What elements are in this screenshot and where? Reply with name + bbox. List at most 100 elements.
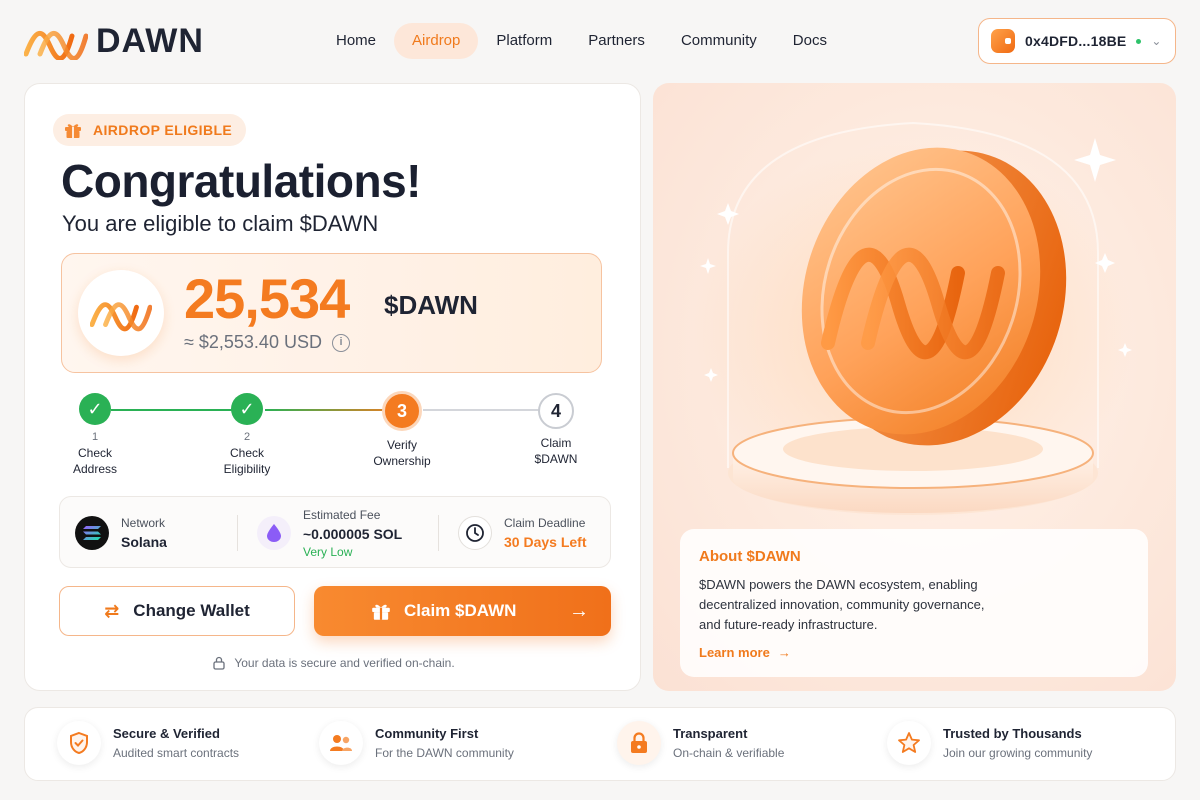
fee-label: Estimated Fee — [303, 507, 381, 522]
step-label: $DAWN — [534, 452, 578, 466]
step-label: Eligibility — [223, 462, 271, 476]
about-title: About $DAWN — [699, 548, 801, 565]
feature-secure: Secure & Verified Audited smart contract… — [57, 721, 239, 765]
fee-note: Very Low — [303, 544, 353, 559]
feature-title: Secure & Verified — [113, 726, 220, 741]
chevron-down-icon: ⌄ — [1151, 34, 1162, 48]
claim-progress-steps: ✓ 1 Check Address ✓ 2 Check Eligibility … — [25, 390, 642, 480]
check-icon: ✓ — [231, 393, 263, 425]
about-card: About $DAWN $DAWN powers the DAWN ecosys… — [680, 529, 1148, 677]
gift-icon — [65, 124, 81, 138]
step-label: Verify — [386, 438, 417, 452]
usd-value-row: ≈ $2,553.40 USD i — [184, 332, 350, 353]
eligibility-badge: AIRDROP ELIGIBLE — [53, 114, 247, 146]
shield-icon — [57, 721, 101, 765]
features-bar: Secure & Verified Audited smart contract… — [24, 707, 1176, 781]
claim-card: AIRDROP ELIGIBLE Congratulations! You ar… — [24, 83, 641, 691]
dawn-token-icon — [90, 302, 152, 332]
step-label: Ownership — [373, 454, 431, 468]
badge-label: AIRDROP ELIGIBLE — [93, 122, 233, 138]
step-2: ✓ 2 Check Eligibility — [197, 393, 297, 477]
feature-subtitle: Join our growing community — [943, 746, 1093, 760]
feature-title: Trusted by Thousands — [943, 726, 1082, 741]
nav-partners[interactable]: Partners — [570, 23, 663, 59]
wallet-icon — [991, 29, 1015, 53]
feature-community: Community First For the DAWN community — [319, 721, 514, 765]
nav-platform[interactable]: Platform — [478, 23, 570, 59]
learn-more-link[interactable]: Learn more → — [699, 645, 791, 660]
nav-airdrop[interactable]: Airdrop — [394, 23, 479, 59]
deadline-value: 30 Days Left — [504, 534, 587, 550]
learn-more-label: Learn more — [699, 645, 770, 660]
feature-title: Community First — [375, 726, 479, 741]
arrow-right-icon: → — [569, 599, 589, 622]
dawn-coin-illustration — [693, 121, 1133, 523]
feature-subtitle: Audited smart contracts — [113, 746, 240, 760]
change-wallet-label: Change Wallet — [133, 601, 250, 620]
wallet-dropdown[interactable]: 0x4DFD...18BE ⌄ — [978, 18, 1176, 64]
page-title: Congratulations! — [61, 155, 421, 207]
info-icon[interactable]: i — [331, 333, 350, 352]
top-bar: DAWN Home Airdrop Platform Partners Comm… — [0, 0, 1200, 82]
nav-home[interactable]: Home — [318, 23, 394, 59]
arrow-right-icon: → — [777, 645, 791, 660]
network-info: Network Solana — [75, 497, 167, 569]
claim-button[interactable]: Claim $DAWN → — [314, 586, 611, 636]
dawn-wave-logo-icon — [24, 30, 88, 60]
brand-name: DAWN — [96, 22, 204, 60]
step-label: Check — [77, 446, 112, 460]
star-icon — [887, 721, 931, 765]
claim-amount: 25,534 — [184, 267, 350, 330]
lock-icon — [213, 656, 225, 670]
claim-label: Claim $DAWN — [404, 601, 517, 620]
main-nav: Home Airdrop Platform Partners Community… — [318, 23, 845, 59]
security-note: Your data is secure and verified on-chai… — [25, 656, 642, 670]
security-note-text: Your data is secure and verified on-chai… — [234, 656, 455, 670]
network-value: Solana — [121, 534, 167, 550]
step-number: 2 — [243, 431, 251, 443]
feature-transparent: Transparent On-chain & verifiable — [617, 721, 784, 765]
usd-value: ≈ $2,553.40 USD — [184, 332, 322, 352]
step-current-marker: 3 — [382, 391, 422, 431]
step-number: 1 — [91, 431, 99, 443]
wallet-address: 0x4DFD...18BE — [1025, 33, 1127, 49]
divider — [237, 515, 238, 551]
swap-arrows-icon: ⇄ — [104, 600, 120, 621]
step-label: Check — [229, 446, 264, 460]
claim-details: Network Solana Estimated Fee ~0.000005 S… — [59, 496, 611, 568]
feature-title: Transparent — [673, 726, 748, 741]
step-label: Claim — [540, 436, 572, 450]
step-label: Address — [72, 462, 118, 476]
deadline-info: Claim Deadline 30 Days Left — [458, 497, 586, 569]
solana-icon — [75, 516, 109, 550]
nav-docs[interactable]: Docs — [775, 23, 845, 59]
feature-subtitle: On-chain & verifiable — [673, 746, 785, 760]
gift-icon — [372, 604, 390, 620]
network-label: Network — [121, 516, 166, 530]
token-logo — [78, 270, 164, 356]
page-subtitle: You are eligible to claim $DAWN — [62, 211, 379, 236]
claim-amount-panel: 25,534 $DAWN ≈ $2,553.40 USD i — [61, 253, 602, 373]
clock-icon — [458, 516, 492, 550]
fee-value: ~0.000005 SOL — [303, 525, 403, 542]
step-4: 4 Claim $DAWN — [506, 393, 606, 467]
change-wallet-button[interactable]: ⇄ Change Wallet — [59, 586, 295, 636]
hero-illustration-panel: About $DAWN $DAWN powers the DAWN ecosys… — [653, 83, 1176, 691]
feature-subtitle: For the DAWN community — [375, 746, 514, 760]
divider — [438, 515, 439, 551]
nav-community[interactable]: Community — [663, 23, 775, 59]
check-icon: ✓ — [79, 393, 111, 425]
brand-logo[interactable]: DAWN — [24, 22, 204, 61]
feature-trusted: Trusted by Thousands Join our growing co… — [887, 721, 1092, 765]
about-text: $DAWN powers the DAWN ecosystem, enablin… — [699, 577, 985, 632]
token-symbol: $DAWN — [384, 290, 478, 320]
lock-icon — [617, 721, 661, 765]
step-pending-marker: 4 — [538, 393, 574, 429]
connection-status-dot — [1136, 38, 1142, 44]
step-1: ✓ 1 Check Address — [45, 393, 145, 477]
fee-drop-icon — [257, 516, 291, 550]
users-icon — [319, 721, 363, 765]
fee-info: Estimated Fee ~0.000005 SOL Very Low — [257, 497, 402, 569]
step-3: 3 Verify Ownership — [352, 391, 452, 469]
deadline-label: Claim Deadline — [504, 516, 586, 530]
